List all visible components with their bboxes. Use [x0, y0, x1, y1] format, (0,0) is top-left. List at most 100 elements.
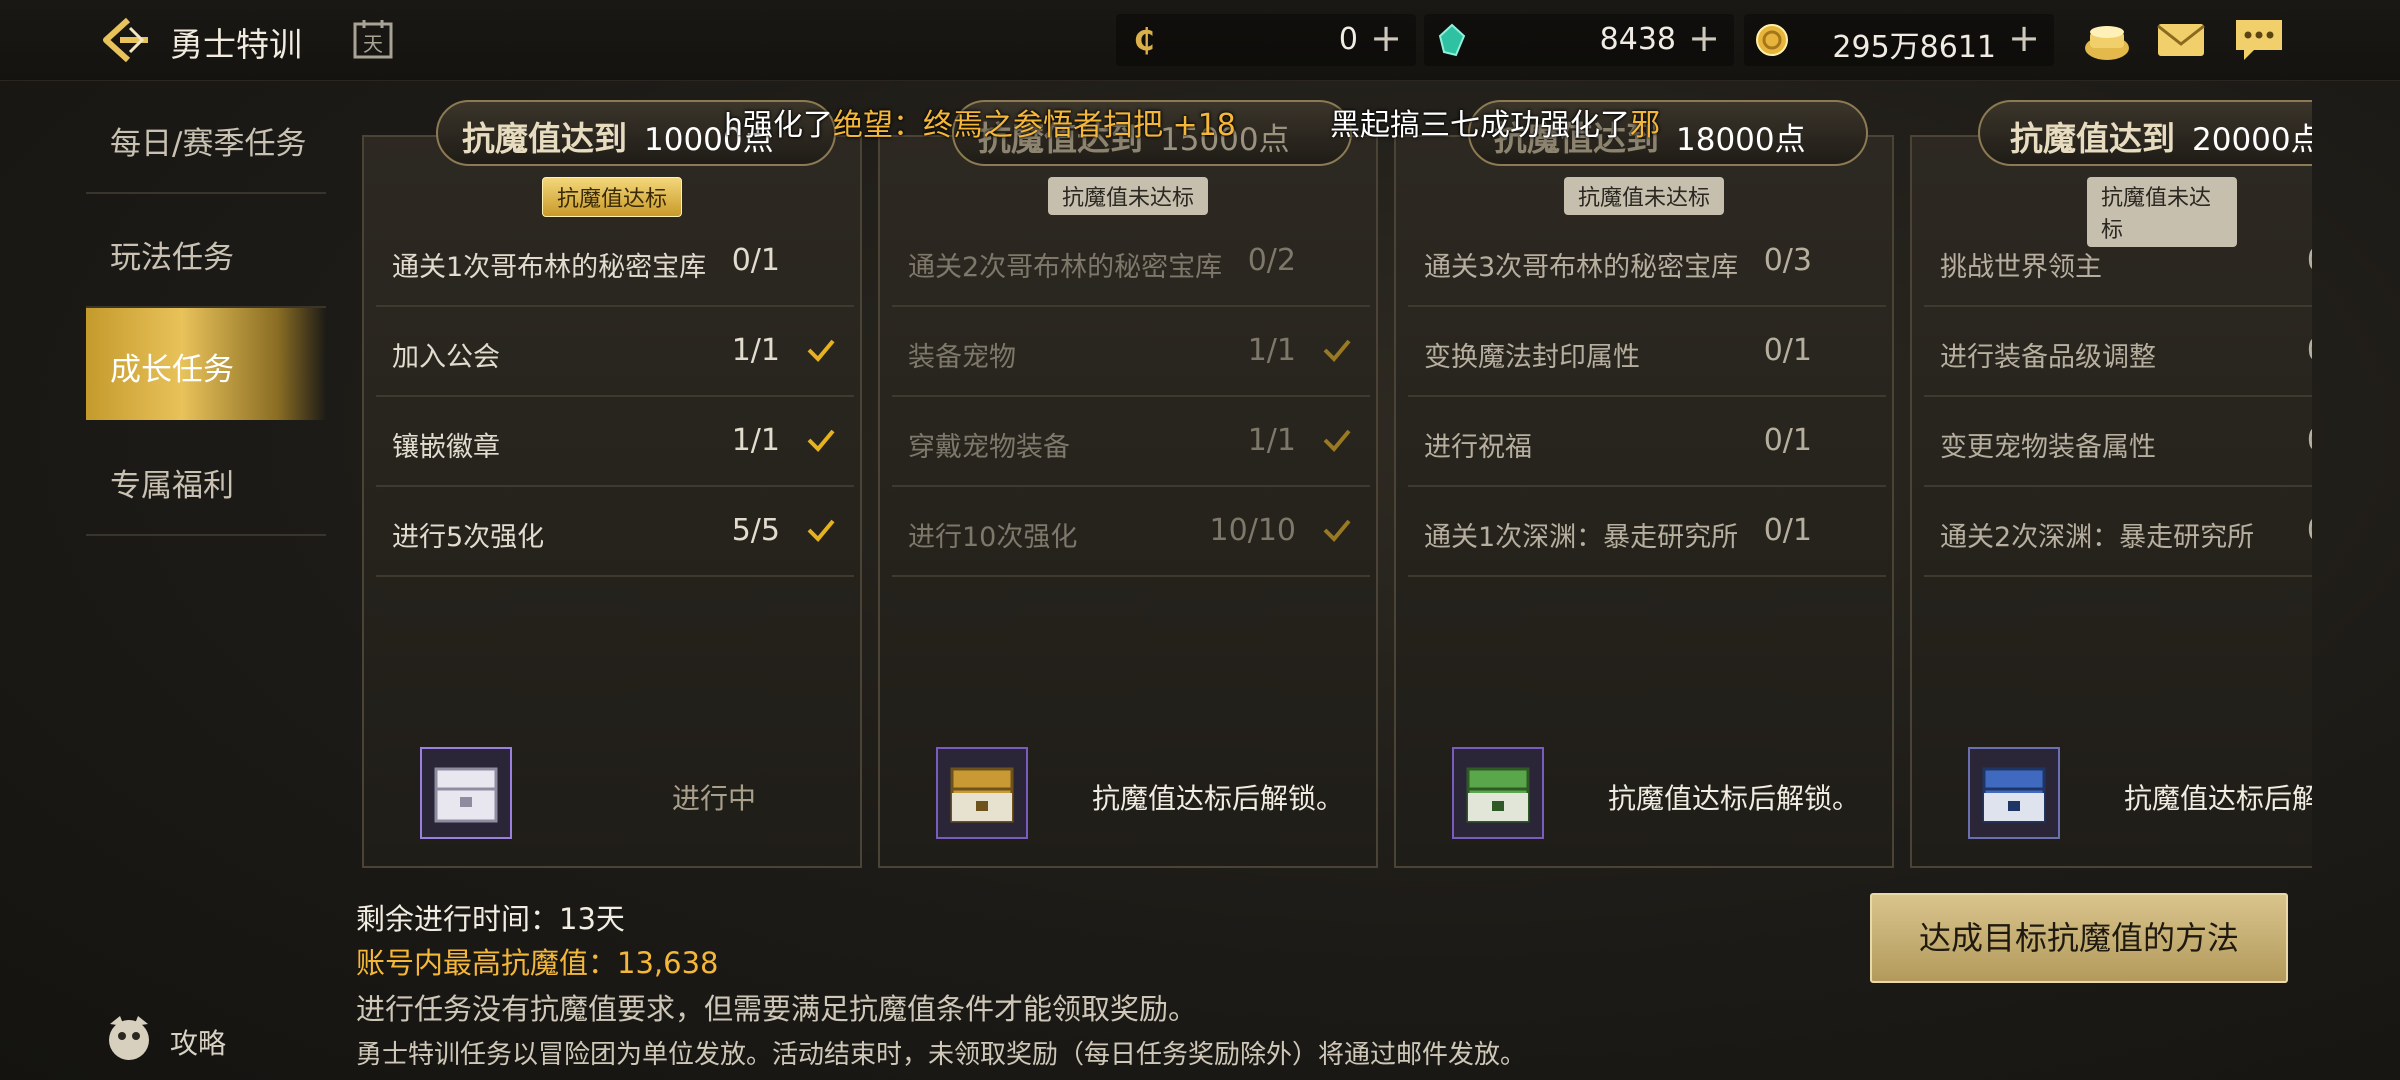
task-name: 变换魔法封印属性 [1424, 342, 1640, 373]
sidebar-item-gameplay[interactable]: 玩法任务 [86, 196, 326, 308]
card-banner-20000: 抗魔值达到 20000点 [1978, 100, 2312, 166]
task-progress: 0/3 [1763, 243, 1812, 278]
calendar-button[interactable]: 天 [352, 18, 394, 60]
currency-gem-add-button[interactable]: + [1688, 16, 1720, 60]
task-progress: 0/2 [1247, 243, 1296, 278]
reward-chest-button[interactable] [1968, 747, 2060, 839]
task-progress: 0/1 [731, 243, 780, 278]
currency-gold: 295万8611 + [1744, 14, 2054, 66]
task-name: 变更宠物装备属性 [1940, 432, 2156, 463]
task-name: 进行祝福 [1424, 432, 1532, 463]
task-name: 通关1次深渊：暴走研究所 [1424, 522, 1739, 553]
task-name: 通关3次哥布林的秘密宝库 [1424, 252, 1739, 283]
currency-c-add-button[interactable]: + [1370, 16, 1402, 60]
currency-gold-add-button[interactable]: + [2008, 16, 2040, 60]
card-status-text: 抗魔值达标后解 [2124, 782, 2312, 815]
back-button[interactable] [98, 14, 154, 66]
task-row: 镶嵌徽章 1/1 [376, 397, 854, 487]
task-row: 加入公会 1/1 [376, 307, 854, 397]
task-progress: 1/1 [731, 423, 780, 458]
task-name: 镶嵌徽章 [392, 432, 500, 463]
task-row: 进行5次强化 5/5 [376, 487, 854, 577]
currency-c: ₵ 0 + [1116, 14, 1416, 66]
task-progress: 10/10 [1209, 513, 1296, 548]
task-row: 通关1次哥布林的秘密宝库 0/1 [376, 217, 854, 307]
card-status-text: 进行中 [672, 782, 757, 815]
task-row: 变换魔法封印属性 0/1 [1408, 307, 1886, 397]
task-progress: 0/1 [1763, 423, 1812, 458]
marquee-highlight: 绝望：终焉之参悟者扫把 +18 [833, 108, 1236, 143]
task-row: 进行祝福 0/1 [1408, 397, 1886, 487]
task-name: 通关2次深渊：暴走研究所 [1940, 522, 2255, 553]
task-progress: 1/1 [731, 333, 780, 368]
note-text: 进行任务没有抗魔值要求，但需要满足抗魔值条件才能领取奖励。 [356, 992, 1198, 1026]
task-progress: 1/1 [1247, 333, 1296, 368]
pot-button[interactable] [2080, 14, 2134, 66]
task-name: 装备宠物 [908, 342, 1016, 373]
reward-chest-button[interactable] [420, 747, 512, 839]
check-icon [1323, 519, 1351, 542]
gem-icon [1438, 23, 1466, 57]
guide-label: 攻略 [170, 1027, 227, 1060]
marquee-text: h强化了 [724, 108, 834, 143]
currency-c-value: 0 [1338, 22, 1358, 57]
chest-icon [950, 767, 1014, 823]
banner-value: 20000点 [2192, 122, 2312, 158]
task-progress: 1/1 [1247, 423, 1296, 458]
task-name: 进行装备品级调整 [1940, 342, 2156, 373]
announcement-marquee-2: 黑起搞三七成功强化了邪 [1330, 100, 1660, 144]
task-row: 通关3次哥布林的秘密宝库 0/3 [1408, 217, 1886, 307]
sidebar-item-daily-season[interactable]: 每日/赛季任务 [86, 82, 326, 194]
task-name: 挑战世界领主 [1940, 252, 2102, 283]
banner-label: 抗魔值达到 [462, 119, 627, 158]
status-badge: 抗魔值达标 [541, 177, 683, 217]
task-progress: 0/1 [1763, 333, 1812, 368]
task-row: 通关2次深渊：暴走研究所 0 [1924, 487, 2312, 577]
sidebar-item-exclusive-benefits[interactable]: 专属福利 [86, 424, 326, 536]
sidebar-item-label: 每日/赛季任务 [110, 126, 307, 162]
resist-method-button[interactable]: 达成目标抗魔值的方法 [1870, 893, 2288, 983]
marquee-text: 黑起搞三七成功强化了 [1330, 108, 1630, 143]
sidebar-item-label: 专属福利 [110, 468, 234, 504]
max-resist-value: 账号内最高抗魔值：13,638 [356, 946, 719, 980]
check-icon [1323, 429, 1351, 452]
currency-gem: 8438 + [1424, 14, 1734, 66]
chest-icon [1982, 767, 2046, 823]
chest-icon [1466, 767, 1530, 823]
task-row: 进行装备品级调整 0 [1924, 307, 2312, 397]
task-row: 通关1次深渊：暴走研究所 0/1 [1408, 487, 1886, 577]
mission-card-10000: 抗魔值达标 通关1次哥布林的秘密宝库 0/1 加入公会 1/1 镶嵌徽章 1/1 进行… [362, 135, 862, 868]
check-icon [807, 339, 835, 362]
sidebar-item-label: 成长任务 [110, 352, 234, 388]
banner-value: 18000点 [1676, 122, 1806, 158]
card-status-text: 抗魔值达标后解锁。 [1092, 782, 1345, 815]
currency-gold-value: 295万8611 [1832, 30, 1996, 65]
task-progress: 0 [2307, 423, 2312, 458]
check-icon [1323, 339, 1351, 362]
marquee-highlight: 邪 [1630, 108, 1660, 143]
task-row: 挑战世界领主 0 [1924, 217, 2312, 307]
card-status-text: 抗魔值达标后解锁。 [1608, 782, 1861, 815]
task-progress: 0 [2307, 243, 2312, 278]
task-row: 穿戴宠物装备 1/1 [892, 397, 1370, 487]
mission-card-20000: 抗魔值未达标 挑战世界领主0 进行装备品级调整0 变更宠物装备属性0 通关2次深… [1910, 135, 2312, 868]
mail-button[interactable] [2154, 14, 2208, 66]
sidebar-item-growth[interactable]: 成长任务 [86, 308, 326, 420]
calendar-icon: 天 [353, 20, 393, 59]
task-progress: 0/1 [1763, 513, 1812, 548]
task-name: 通关2次哥布林的秘密宝库 [908, 252, 1223, 283]
reward-chest-button[interactable] [936, 747, 1028, 839]
task-row: 通关2次哥布林的秘密宝库 0/2 [892, 217, 1370, 307]
pot-icon [2085, 26, 2129, 60]
banner-label: 抗魔值达到 [2010, 119, 2175, 158]
coin-c-icon: ₵ [1134, 23, 1155, 58]
currency-gem-value: 8438 [1599, 22, 1676, 57]
chest-icon [434, 767, 498, 823]
status-badge: 抗魔值未达标 [1047, 177, 1209, 215]
task-progress: 5/5 [731, 513, 780, 548]
reward-chest-button[interactable] [1452, 747, 1544, 839]
chat-button[interactable] [2232, 14, 2286, 66]
task-name: 穿戴宠物装备 [908, 432, 1070, 463]
announcement-marquee: h强化了绝望：终焉之参悟者扫把 +18 [724, 100, 1236, 144]
task-progress: 0 [2307, 513, 2312, 548]
